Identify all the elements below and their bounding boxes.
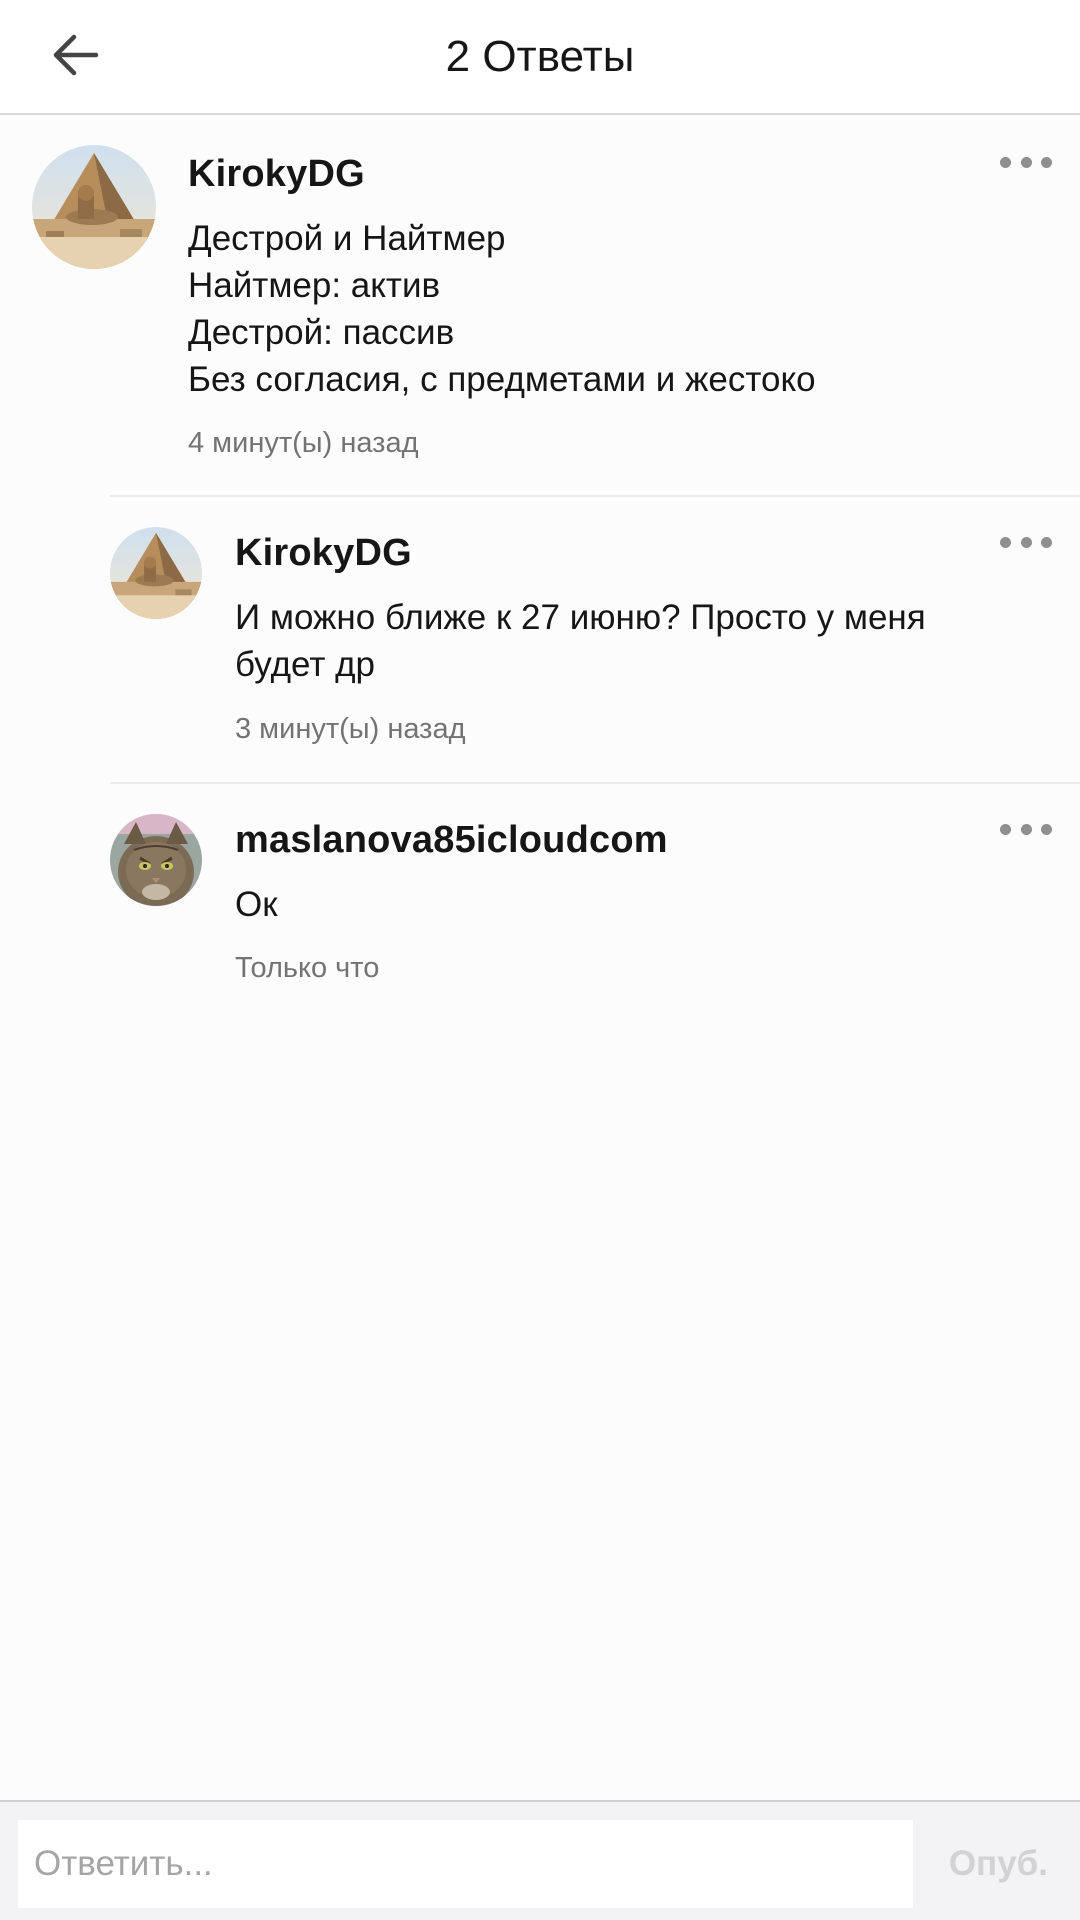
more-options-button[interactable] — [1000, 814, 1052, 844]
reply-item: maslanova85icloudcom Ок Только что — [0, 784, 1080, 1014]
comment-username[interactable]: KirokyDG — [188, 153, 365, 196]
comment-item: KirokyDG Дестрой и Найтмер Найтмер: акти… — [0, 115, 1080, 495]
comment-timestamp: Только что — [235, 952, 380, 984]
avatar[interactable] — [110, 814, 202, 906]
comment-timestamp: 3 минут(ы) назад — [235, 713, 466, 745]
more-dots-icon — [1000, 823, 1011, 835]
publish-button[interactable]: Опуб. — [949, 1820, 1048, 1908]
reply-item: KirokyDG И можно ближе к 27 июню? Просто… — [0, 497, 1080, 782]
comment-line: Без согласия, с предметами и жестоко — [188, 360, 816, 399]
comment-line: Найтмер: актив — [188, 266, 441, 305]
more-options-button[interactable] — [1000, 147, 1052, 177]
comment-line: будет др — [235, 645, 375, 684]
comment-username[interactable]: maslanova85icloudcom — [235, 819, 668, 862]
comment-line: Дестрой и Найтмер — [188, 219, 506, 258]
more-dots-icon — [1000, 536, 1011, 548]
app-screen: 2 Ответы KirokyDG Дестрой и Найтмер Найт… — [0, 0, 1080, 1920]
comment-text: Ок — [235, 881, 278, 928]
more-dots-icon — [1000, 156, 1011, 168]
avatar[interactable] — [110, 527, 202, 619]
more-options-button[interactable] — [1000, 527, 1052, 557]
comment-text: И можно ближе к 27 июню? Просто у меня б… — [235, 594, 926, 688]
avatar[interactable] — [32, 145, 156, 269]
comment-username[interactable]: KirokyDG — [235, 532, 412, 575]
comment-timestamp: 4 минут(ы) назад — [188, 427, 419, 459]
header-bar: 2 Ответы — [0, 0, 1080, 115]
page-title: 2 Ответы — [445, 31, 635, 81]
comment-line: И можно ближе к 27 июню? Просто у меня — [235, 598, 926, 637]
reply-bar: Опуб. — [0, 1800, 1080, 1920]
comment-line: Ок — [235, 885, 278, 924]
comment-text: Дестрой и Найтмер Найтмер: актив Дестрой… — [188, 215, 816, 403]
comment-line: Дестрой: пассив — [188, 313, 455, 352]
reply-input[interactable] — [18, 1820, 913, 1908]
